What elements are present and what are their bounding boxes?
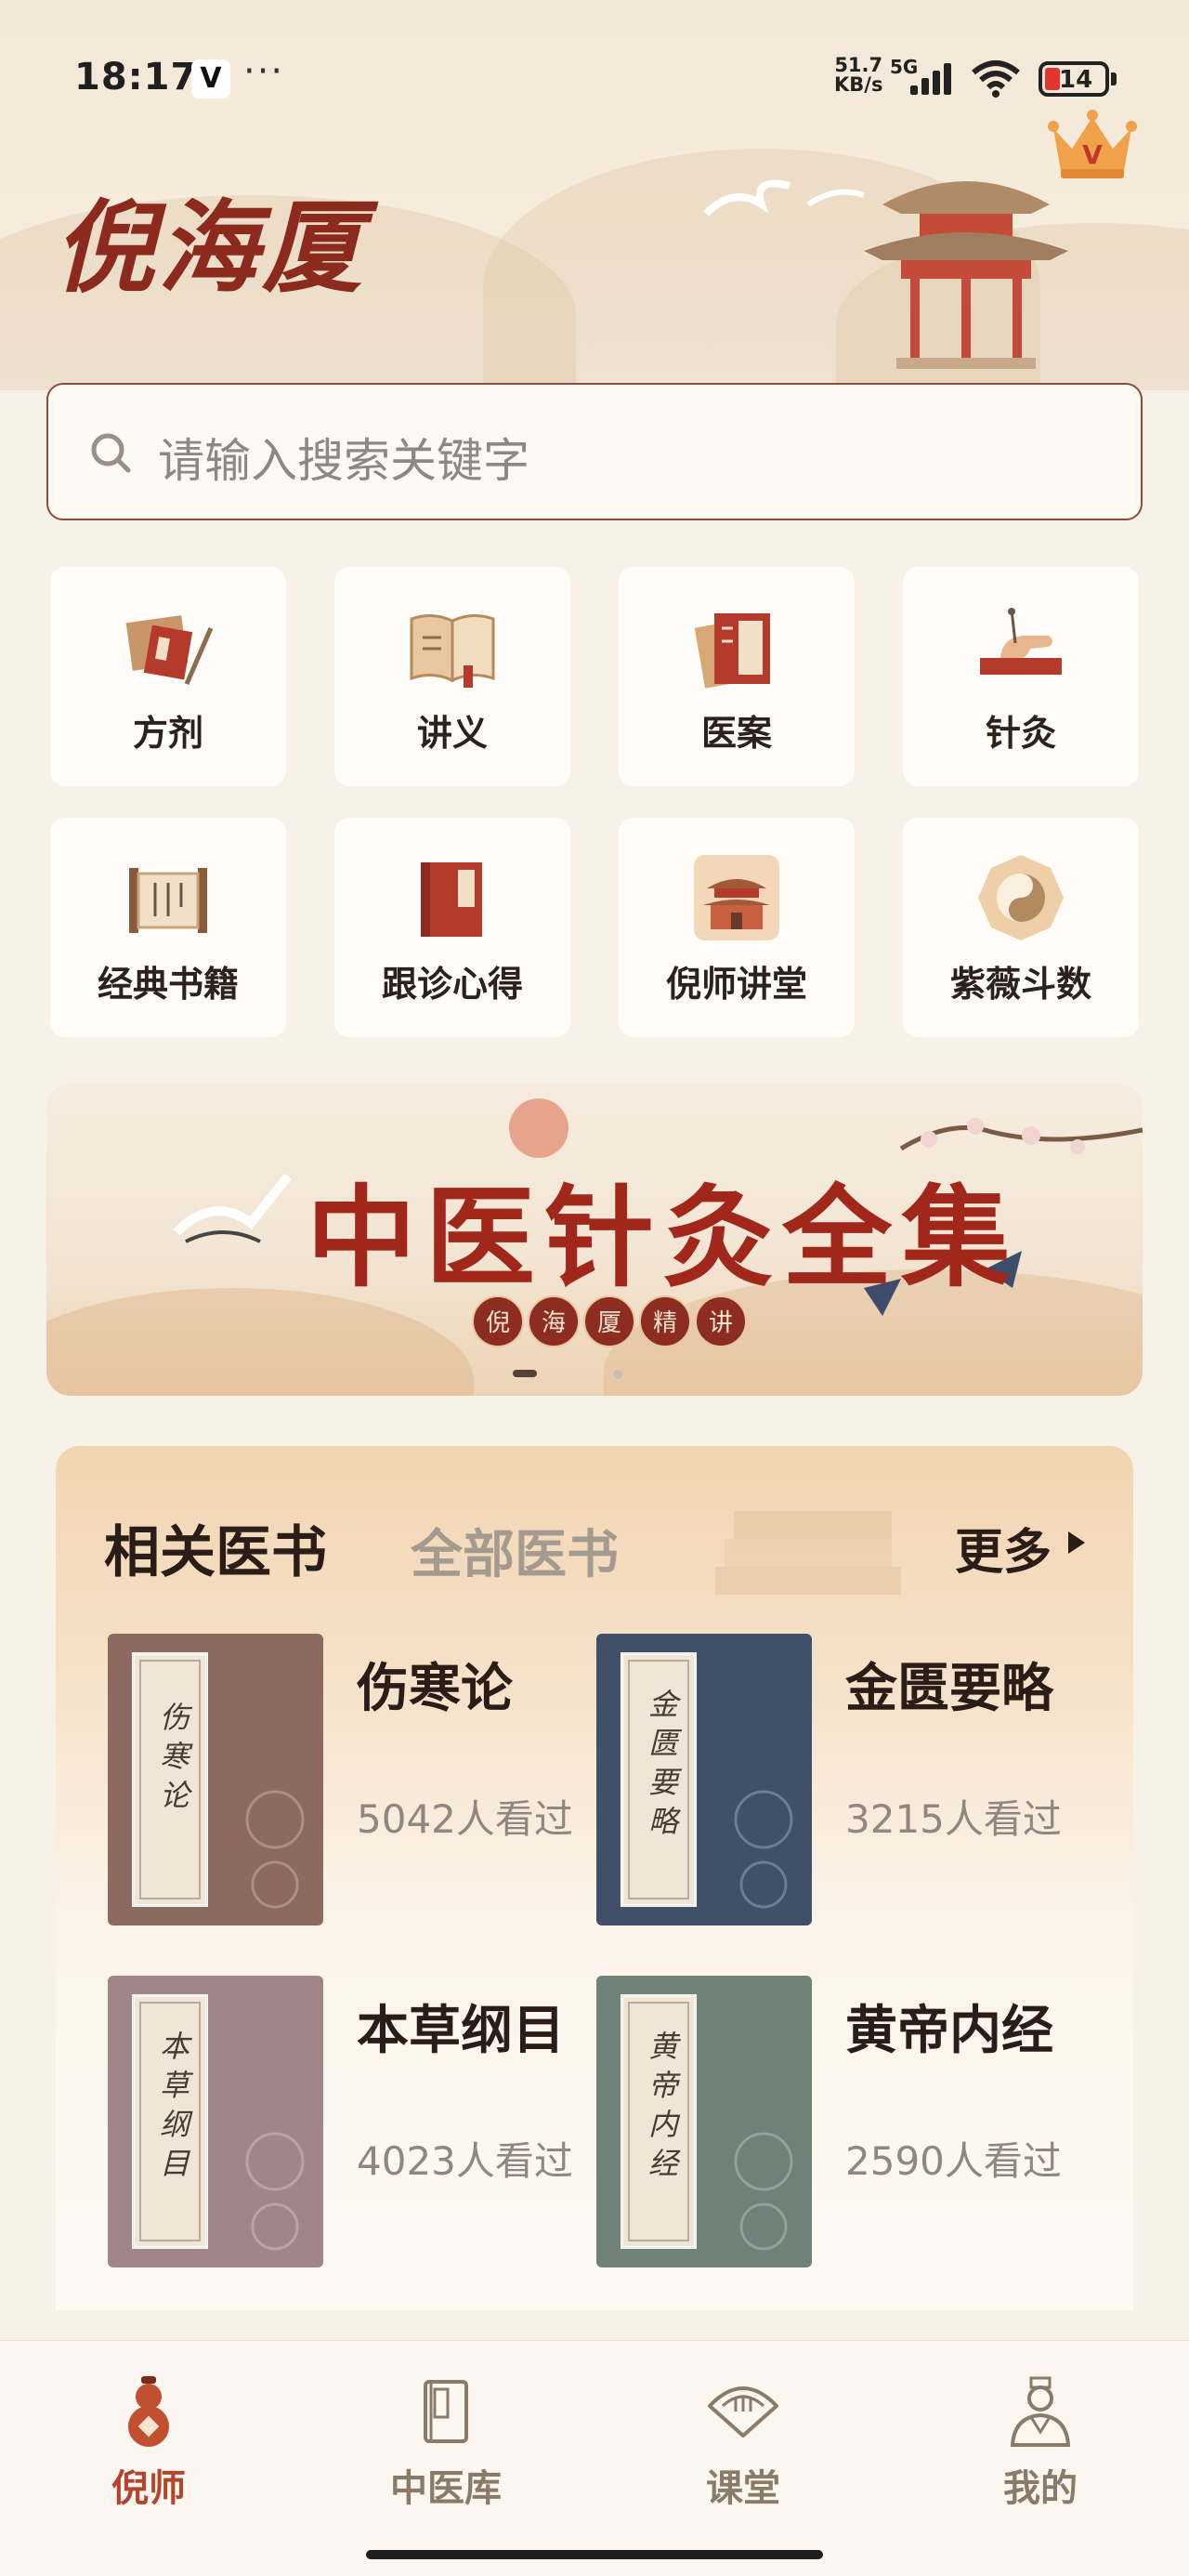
brand-title: 倪海厦 [54,190,367,307]
book-views: 5042人看过 [357,1796,573,1842]
grid-item-fangji[interactable]: 方剂 [50,567,286,786]
classic-scroll-icon [129,868,207,933]
grid-item-label: 倪师讲堂 [665,963,807,1005]
banner-subtitle: 倪 海 厦 精 讲 [472,1295,747,1347]
book-stack-decoration [715,1511,901,1595]
gourd-icon [128,2376,169,2447]
book-views: 4023人看过 [357,2138,573,2184]
svg-text:V: V [1082,139,1103,170]
book-cover[interactable]: 黄帝内经 [596,1976,812,2267]
acupuncture-hand-icon [980,608,1062,675]
grid-item-label: 针灸 [985,712,1056,754]
grid-item-label: 跟诊心得 [381,963,523,1005]
book-views: 3215人看过 [845,1796,1062,1842]
tab-related-books[interactable]: 相关医书 [104,1507,327,1588]
medical-record-icon [694,613,770,689]
open-book-icon [410,614,495,688]
tab-all-books[interactable]: 全部医书 [411,1513,619,1588]
nav-item-library[interactable]: 中医库 [353,2374,539,2523]
prescription-scroll-icon [125,615,214,685]
books-section: 相关医书 全部医书 更多 伤寒论 伤寒论 5042人看过 金匮要略 金匮要略 3… [56,1446,1133,2310]
grid-item-zhenjiu[interactable]: 针灸 [903,567,1139,786]
search-icon [91,433,131,473]
banner-title: 中医针灸全集 [307,1173,1021,1302]
search-input[interactable]: 请输入搜索关键字 [46,383,1143,520]
nav-item-nishi[interactable]: 倪师 [56,2374,242,2523]
crane-illustration [703,179,865,217]
book-cover[interactable]: 本草纲目 [108,1976,323,2267]
nav-label: 中医库 [390,2466,502,2510]
grid-item-label: 经典书籍 [97,963,239,1005]
grid-item-ziwei[interactable]: 紫薇斗数 [903,818,1139,1037]
lecture-hall-icon [694,855,779,940]
signal-icon [910,61,957,95]
home-indicator[interactable] [366,2550,823,2559]
grid-item-label: 方剂 [132,712,203,754]
red-book-icon [421,862,482,937]
grid-item-yian[interactable]: 医案 [619,567,855,786]
vip-crown-icon[interactable]: V [1048,110,1137,182]
network-speed: 51.7 KB/s [834,54,883,96]
bottom-navigation: 倪师 中医库 课堂 我的 [0,2340,1189,2576]
grid-item-label: 医案 [700,712,772,754]
yin-yang-icon [978,855,1064,940]
more-notifications-icon: ··· [243,50,285,93]
grid-item-label: 讲义 [416,712,488,754]
book-library-icon [424,2380,468,2443]
grid-item-jiangyi[interactable]: 讲义 [334,567,570,786]
nav-label: 课堂 [706,2466,780,2510]
battery-icon: 14 [1039,61,1109,97]
book-views: 2590人看过 [845,2138,1062,2184]
grid-item-jiangtang[interactable]: 倪师讲堂 [619,818,855,1037]
crane-banner-illustration [173,1173,292,1243]
grid-item-jingdian[interactable]: 经典书籍 [50,818,286,1037]
banner-page-indicator [613,1370,622,1379]
app-notification-icon: V [191,59,230,99]
book-title[interactable]: 黄帝内经 [845,1989,1053,2064]
status-bar: 18:17 V ··· 51.7 KB/s 5G 14 [0,37,1189,121]
scholar-icon [1010,2376,1071,2447]
banner-page-indicator-active [513,1370,537,1377]
nav-label: 倪师 [111,2466,186,2510]
promo-banner[interactable]: 中医针灸全集 倪 海 厦 精 讲 [46,1084,1143,1396]
nav-item-classroom[interactable]: 课堂 [650,2374,836,2523]
fan-icon [708,2386,778,2438]
search-placeholder: 请输入搜索关键字 [158,434,529,488]
status-time: 18:17 [74,56,198,99]
nav-item-profile[interactable]: 我的 [947,2374,1133,2523]
nav-label: 我的 [1003,2466,1078,2510]
grid-item-genzhen[interactable]: 跟诊心得 [334,818,570,1037]
book-title[interactable]: 金匮要略 [845,1647,1053,1722]
book-cover[interactable]: 伤寒论 [108,1634,323,1925]
book-cover[interactable]: 金匮要略 [596,1634,812,1925]
grid-item-label: 紫薇斗数 [949,963,1091,1005]
more-link[interactable]: 更多 [955,1513,1052,1583]
book-title[interactable]: 伤寒论 [357,1647,513,1722]
chevron-right-icon[interactable] [1068,1531,1085,1554]
wifi-icon [972,60,1020,98]
book-title[interactable]: 本草纲目 [357,1989,565,2064]
